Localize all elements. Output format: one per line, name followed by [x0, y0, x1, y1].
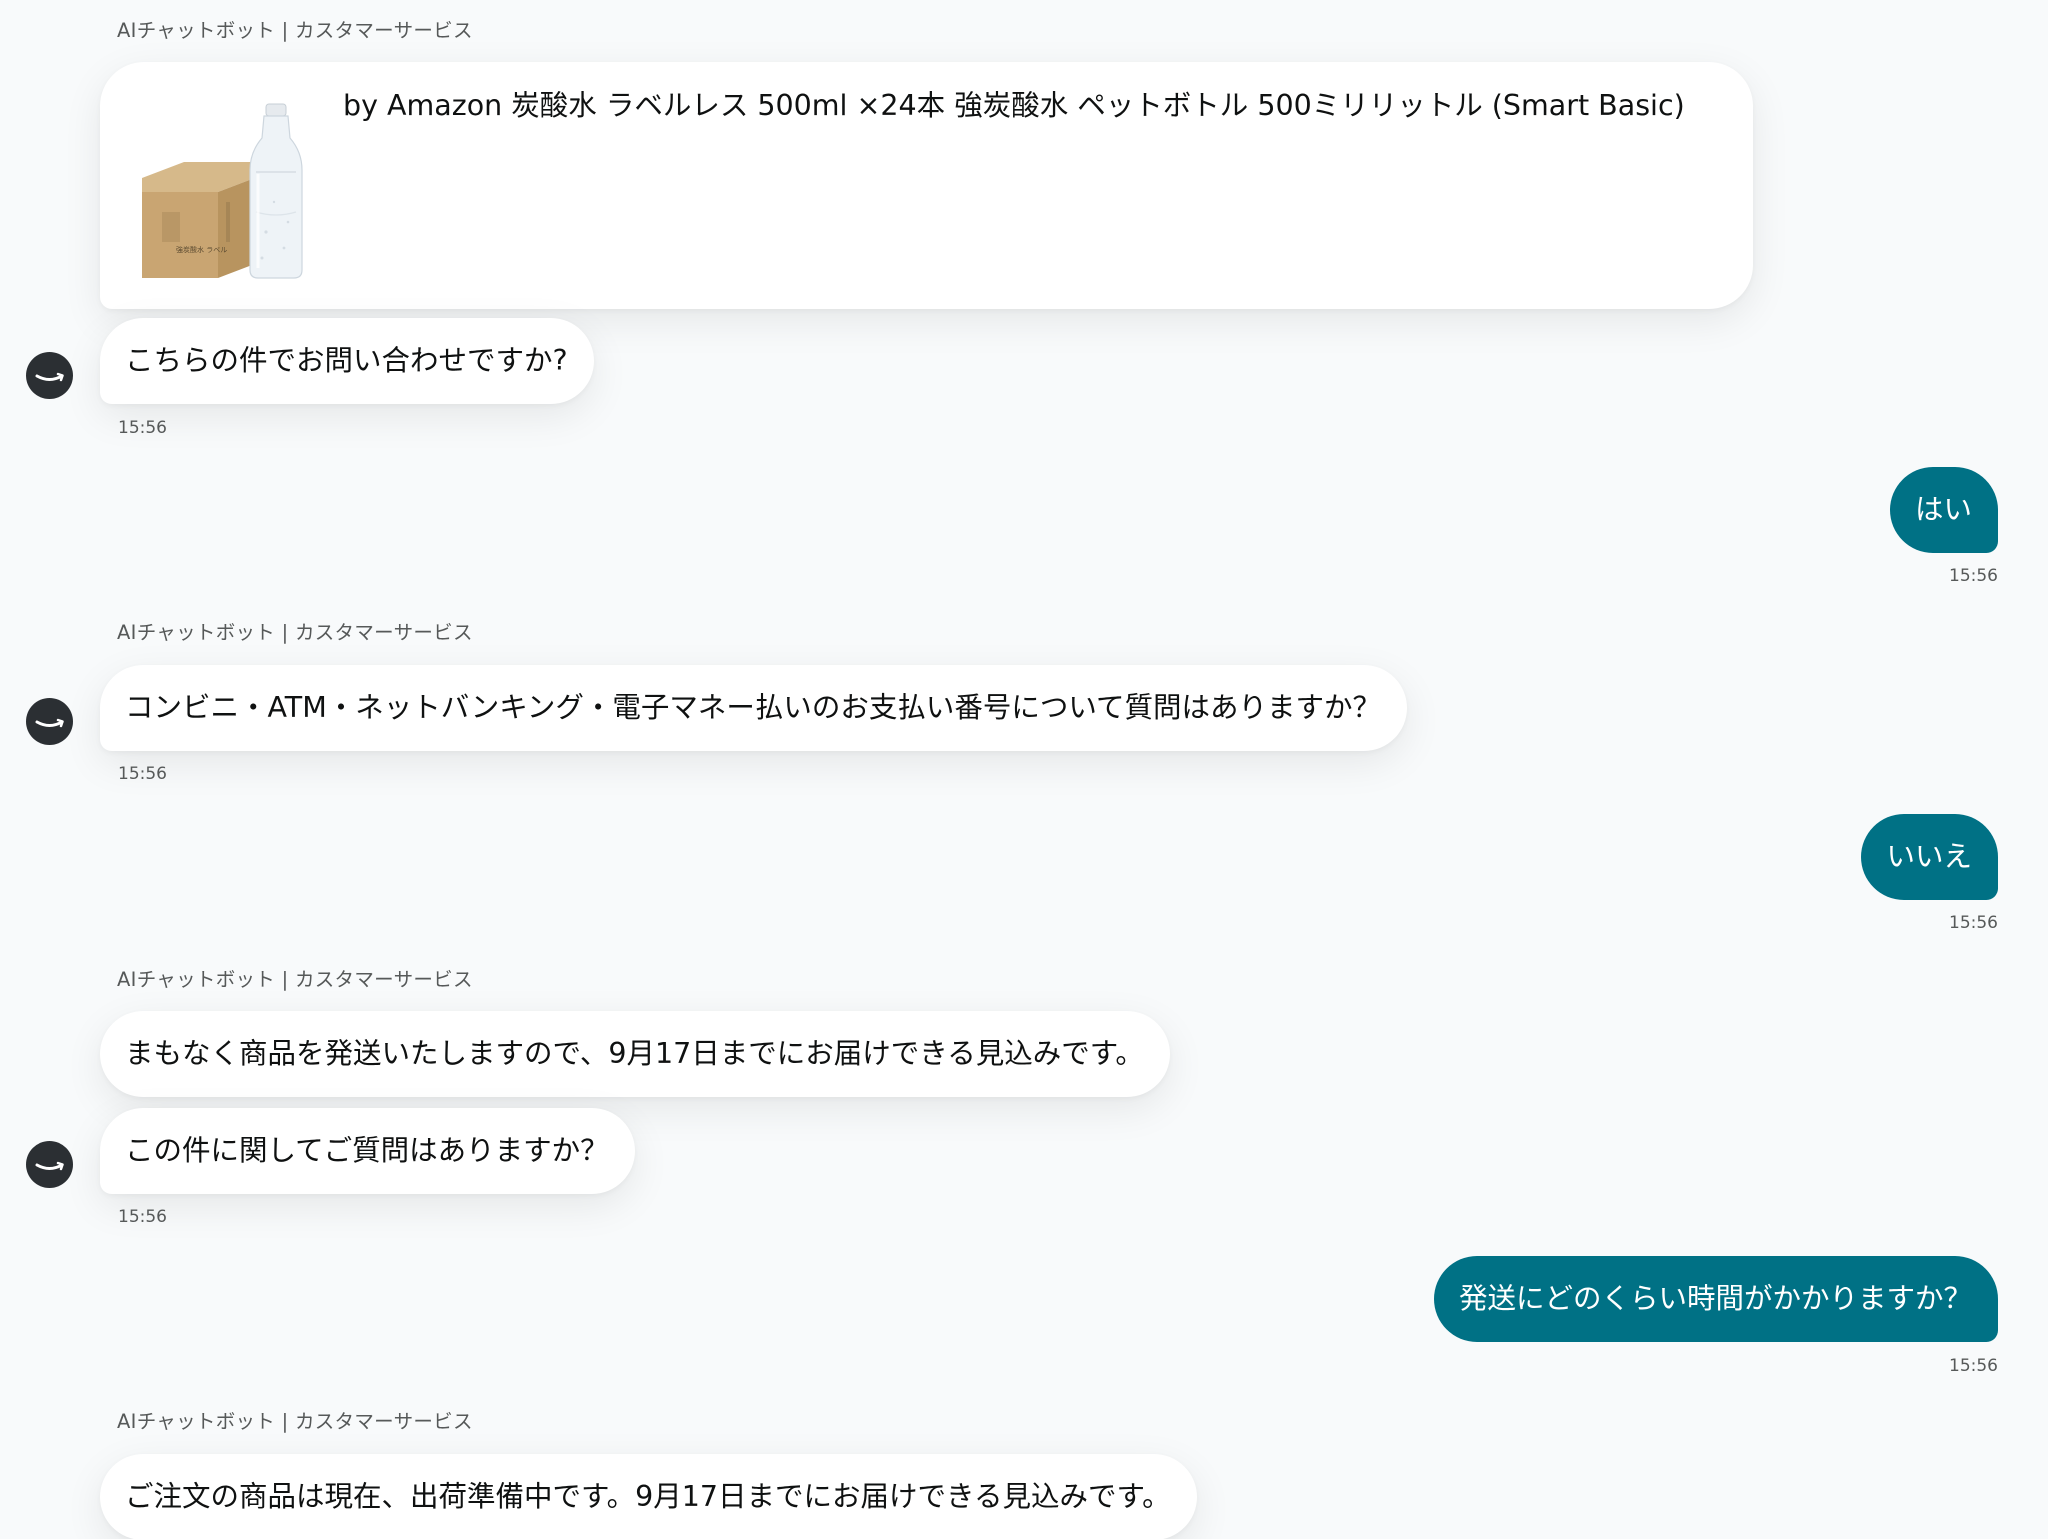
user-message-bubble: はい — [1889, 467, 1998, 553]
message-timestamp: 15:56 — [1949, 566, 1998, 586]
product-title[interactable]: by Amazon 炭酸水 ラベルレス 500ml ×24本 強炭酸水 ペットボ… — [343, 86, 1685, 126]
bot-message-bubble: ご注文の商品は現在、出荷準備中です。9月17日までにお届けできる見込みです。 — [100, 1454, 1197, 1539]
message-text: ご注文の商品は現在、出荷準備中です。9月17日までにお届けできる見込みです。 — [125, 1480, 1171, 1513]
message-text: この件に関してご質問はありますか？ — [125, 1134, 609, 1167]
message-text: 発送にどのくらい時間がかかりますか？ — [1458, 1282, 1972, 1315]
bot-sender-label: AIチャットボット | カスタマーサービス — [117, 968, 473, 991]
message-timestamp: 15:56 — [118, 418, 167, 438]
message-text: まもなく商品を発送いたしますので、9月17日までにお届けできる見込みです。 — [125, 1037, 1144, 1070]
message-text: こちらの件でお問い合わせですか? — [125, 344, 568, 377]
bot-message-bubble: まもなく商品を発送いたしますので、9月17日までにお届けできる見込みです。 — [100, 1011, 1170, 1097]
user-message-bubble: いいえ — [1861, 814, 1998, 900]
bot-sender-label: AIチャットボット | カスタマーサービス — [117, 19, 473, 42]
amazon-smile-icon — [35, 1161, 64, 1171]
bot-sender-label: AIチャットボット | カスタマーサービス — [117, 1410, 473, 1433]
bot-message-bubble: コンビニ・ATM・ネットバンキング・電子マネー払いのお支払い番号について質問はあ… — [100, 665, 1408, 751]
message-text: はい — [1914, 493, 1972, 526]
message-timestamp: 15:56 — [118, 764, 167, 784]
message-text: コンビニ・ATM・ネットバンキング・電子マネー払いのお支払い番号について質問はあ… — [125, 691, 1382, 724]
bot-avatar — [26, 698, 73, 745]
product-card[interactable]: 強炭酸水 ラベル by Amazon 炭酸水 ラベルレス 500ml ×24本 … — [100, 62, 1753, 309]
box-print-text: 強炭酸水 ラベル — [176, 245, 227, 254]
bot-avatar — [26, 1141, 73, 1188]
bot-message-bubble: この件に関してご質問はありますか？ — [100, 1108, 635, 1194]
chat-transcript[interactable]: AIチャットボット | カスタマーサービス 強炭酸水 ラベル by Amazon… — [0, 0, 2048, 1539]
amazon-smile-icon — [35, 372, 64, 382]
message-timestamp: 15:56 — [1949, 1356, 1998, 1376]
message-text: いいえ — [1886, 840, 1972, 873]
message-timestamp: 15:56 — [118, 1207, 167, 1227]
amazon-smile-icon — [35, 718, 64, 728]
bot-avatar — [26, 352, 73, 399]
bot-sender-label: AIチャットボット | カスタマーサービス — [117, 621, 473, 644]
message-timestamp: 15:56 — [1949, 913, 1998, 933]
user-message-bubble: 発送にどのくらい時間がかかりますか？ — [1433, 1256, 1998, 1342]
bot-message-bubble: こちらの件でお問い合わせですか? — [100, 318, 594, 404]
product-image: 強炭酸水 ラベル — [136, 102, 316, 282]
